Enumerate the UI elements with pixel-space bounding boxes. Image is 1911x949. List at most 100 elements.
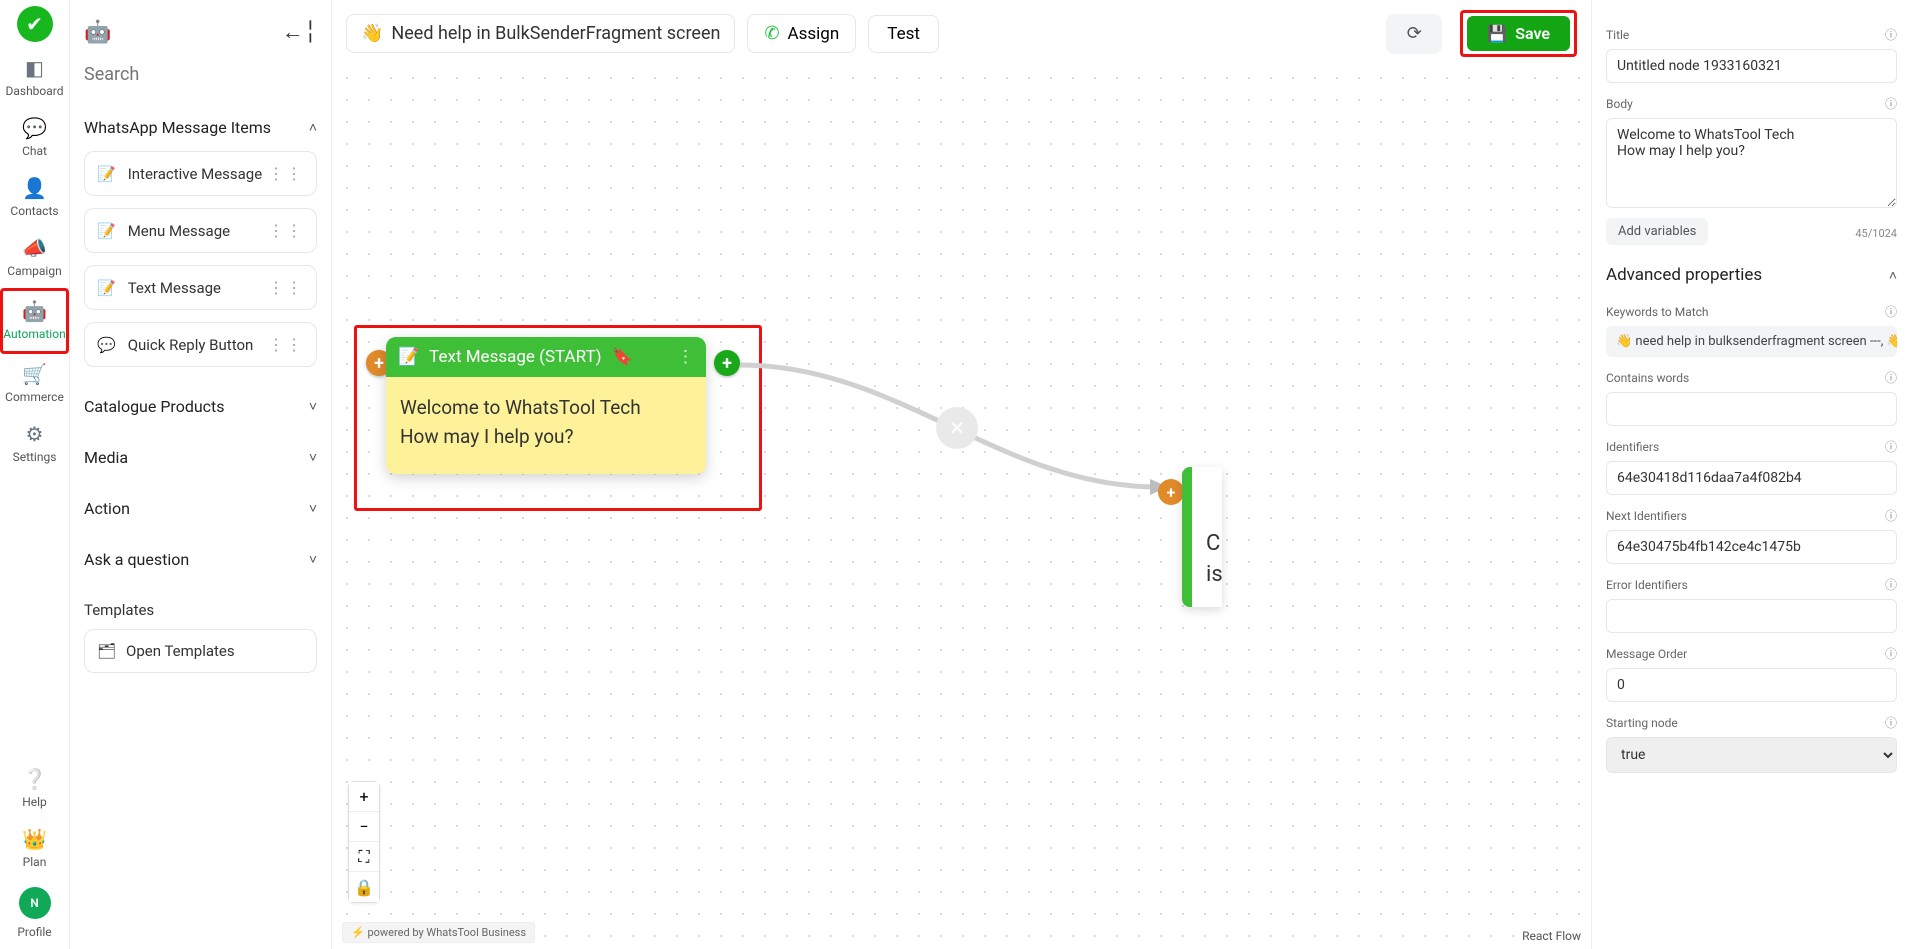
section-media-label: Media [84, 448, 128, 467]
drag-handle-icon[interactable]: ⋮⋮ [268, 278, 304, 297]
item-menu-message[interactable]: 📝Menu Message ⋮⋮ [84, 208, 317, 253]
nav-contacts[interactable]: 👤Contacts [0, 168, 69, 228]
section-action-label: Action [84, 499, 130, 518]
info-icon[interactable]: ⓘ [1885, 95, 1897, 112]
item-text-message[interactable]: 📝Text Message ⋮⋮ [84, 265, 317, 310]
properties-panel: Titleⓘ Bodyⓘ Welcome to WhatsTool Tech H… [1591, 0, 1911, 949]
search-input[interactable] [84, 54, 317, 100]
drag-handle-icon[interactable]: ⋮⋮ [268, 164, 304, 183]
nav-campaign-label: Campaign [7, 264, 61, 278]
nav-help[interactable]: ❔Help [0, 759, 69, 819]
template-icon: 🗂 [97, 642, 116, 660]
add-variables-button[interactable]: Add variables [1606, 218, 1708, 245]
info-icon[interactable]: ⓘ [1885, 369, 1897, 386]
section-media[interactable]: Media ˅ [84, 430, 317, 481]
edge-delete-button[interactable]: ✕ [936, 407, 978, 449]
item-text-message-label: Text Message [128, 279, 221, 297]
info-icon[interactable]: ⓘ [1885, 303, 1897, 320]
top-bar: 👋 Need help in BulkSenderFragment screen… [332, 0, 1591, 61]
lock-button[interactable]: 🔒 [349, 872, 379, 902]
item-interactive-message[interactable]: 📝Interactive Message ⋮⋮ [84, 151, 317, 196]
chevron-down-icon: ˅ [309, 551, 317, 568]
right-node-input-port[interactable]: + [1158, 479, 1184, 505]
info-icon[interactable]: ⓘ [1885, 645, 1897, 662]
section-ask[interactable]: Ask a question ˅ [84, 532, 317, 583]
info-icon[interactable]: ⓘ [1885, 438, 1897, 455]
info-icon[interactable]: ⓘ [1885, 576, 1897, 593]
right-node-text: C is [1206, 529, 1222, 591]
quick-reply-icon: 💬 [97, 336, 116, 354]
nav-automation[interactable]: 🤖Automation [0, 288, 69, 354]
zoom-out-button[interactable]: − [349, 812, 379, 842]
open-templates-button[interactable]: 🗂 Open Templates [84, 629, 317, 673]
contains-input[interactable] [1606, 392, 1897, 426]
item-quick-reply-label: Quick Reply Button [128, 336, 254, 354]
starting-node-label: Starting nodeⓘ [1606, 714, 1897, 731]
item-quick-reply[interactable]: 💬 Quick Reply Button ⋮⋮ [84, 322, 317, 367]
identifiers-label: Identifiersⓘ [1606, 438, 1897, 455]
drag-handle-icon[interactable]: ⋮⋮ [268, 221, 304, 240]
nav-profile[interactable]: NProfile [0, 879, 69, 949]
reload-button[interactable]: ⟳ [1386, 14, 1442, 54]
nav-settings[interactable]: ⚙Settings [0, 414, 69, 474]
node-menu-icon[interactable]: ⋮ [677, 347, 694, 367]
zoom-in-button[interactable]: + [349, 782, 379, 812]
node-output-port[interactable]: + [714, 350, 740, 376]
nav-commerce[interactable]: 🛒Commerce [0, 354, 69, 414]
advanced-properties-toggle[interactable]: Advanced properties ˄ [1606, 245, 1897, 291]
nav-plan[interactable]: 👑 Plan [0, 819, 69, 879]
nav-campaign[interactable]: 📣Campaign [0, 228, 69, 288]
flow-canvas[interactable]: + 📝 Text Message (START) 🔖 ⋮ Welcome to … [336, 67, 1591, 949]
node-header[interactable]: 📝 Text Message (START) 🔖 ⋮ [386, 337, 706, 377]
text-message-node[interactable]: 📝 Text Message (START) 🔖 ⋮ Welcome to Wh… [386, 337, 706, 474]
save-label: Save [1515, 24, 1550, 43]
message-order-input[interactable] [1606, 668, 1897, 702]
info-icon[interactable]: ⓘ [1885, 507, 1897, 524]
save-button[interactable]: 💾 Save [1467, 16, 1570, 51]
flow-title[interactable]: 👋 Need help in BulkSenderFragment screen [346, 14, 735, 53]
chat-icon: 💬 [0, 116, 69, 140]
title-input[interactable] [1606, 49, 1897, 83]
contacts-icon: 👤 [0, 176, 69, 200]
plan-icon: 👑 [0, 827, 69, 851]
section-whatsapp-items[interactable]: WhatsApp Message Items ˄ [84, 100, 317, 151]
identifiers-input[interactable] [1606, 461, 1897, 495]
chevron-up-icon: ˄ [1889, 267, 1897, 284]
item-interactive-message-label: Interactive Message [128, 165, 263, 183]
save-icon: 💾 [1487, 24, 1507, 43]
canvas-column: 👋 Need help in BulkSenderFragment screen… [332, 0, 1591, 949]
node-body-text: Welcome to WhatsTool Tech How may I help… [386, 377, 706, 474]
brand-logo: ✔ [17, 6, 53, 42]
dashboard-icon: ◧ [0, 56, 69, 80]
avatar: N [19, 887, 51, 919]
contains-label: Contains wordsⓘ [1606, 369, 1897, 386]
error-identifiers-input[interactable] [1606, 599, 1897, 633]
next-identifiers-input[interactable] [1606, 530, 1897, 564]
assign-label: Assign [788, 24, 840, 44]
nav-chat-label: Chat [22, 144, 47, 158]
wave-icon: 👋 [361, 23, 383, 44]
section-action[interactable]: Action ˅ [84, 481, 317, 532]
section-catalogue[interactable]: Catalogue Products ˅ [84, 379, 317, 430]
section-ask-label: Ask a question [84, 550, 189, 569]
automation-icon: 🤖 [3, 299, 66, 323]
nav-dashboard[interactable]: ◧Dashboard [0, 48, 69, 108]
info-icon[interactable]: ⓘ [1885, 714, 1897, 731]
drag-handle-icon[interactable]: ⋮⋮ [268, 335, 304, 354]
chevron-down-icon: ˅ [309, 449, 317, 466]
whatsapp-icon: ✆ [764, 23, 779, 44]
body-textarea[interactable]: Welcome to WhatsTool Tech How may I help… [1606, 118, 1897, 208]
message-icon: 📝 [398, 347, 419, 367]
keywords-value[interactable]: 👋 need help in bulksenderfragment screen… [1606, 326, 1897, 357]
help-icon: ❔ [0, 767, 69, 791]
right-node-preview[interactable]: C is [1182, 467, 1222, 607]
test-button[interactable]: Test [868, 15, 939, 53]
starting-node-select[interactable]: true [1606, 737, 1897, 773]
nav-plan-label: Plan [23, 855, 47, 869]
next-identifiers-label: Next Identifiersⓘ [1606, 507, 1897, 524]
fit-view-button[interactable]: ⛶ [349, 842, 379, 872]
back-button[interactable]: ←╎ [282, 19, 317, 45]
assign-button[interactable]: ✆ Assign [747, 14, 856, 53]
nav-chat[interactable]: 💬 Chat [0, 108, 69, 168]
info-icon[interactable]: ⓘ [1885, 26, 1897, 43]
